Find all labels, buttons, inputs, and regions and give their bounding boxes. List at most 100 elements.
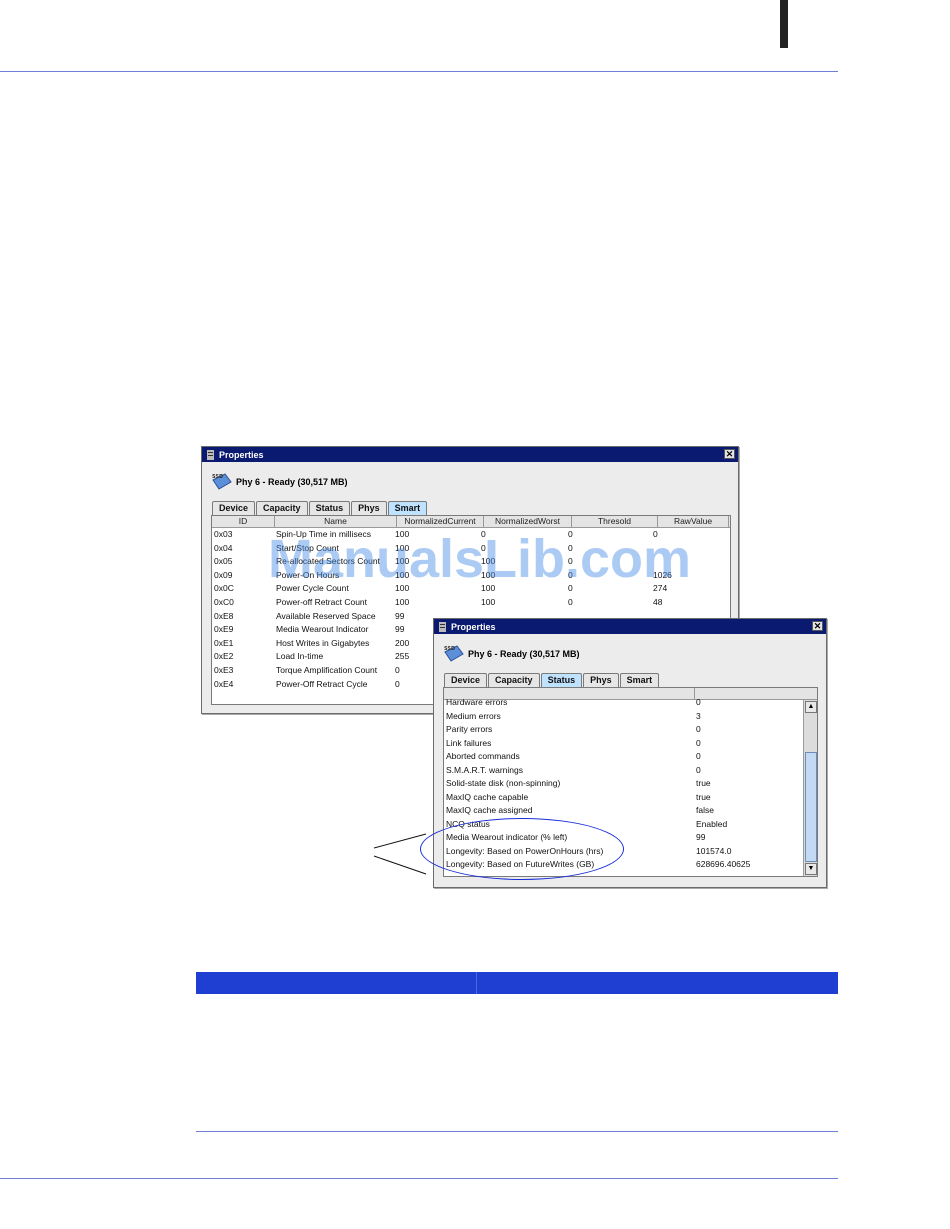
table-cell: Power-off Retract Count (276, 596, 368, 607)
app-icon (439, 621, 446, 632)
table-cell: 0 (568, 596, 573, 607)
title-bar[interactable]: Properties ✕ (434, 619, 826, 634)
table-cell: 0x09 (214, 569, 233, 580)
property-value: 101574.0 (696, 845, 732, 856)
table-cell: Power-Off Retract Cycle (276, 678, 368, 689)
highlight-ellipse (420, 818, 624, 880)
ssd-disk-icon: SSD (212, 473, 232, 490)
property-value: 0 (696, 737, 701, 748)
list-item[interactable]: Parity errors 0 (444, 723, 817, 737)
property-value: false (696, 805, 714, 815)
property-name: Aborted commands (446, 751, 520, 761)
table-cell: 0x05 (214, 556, 233, 567)
footer-rule (0, 1178, 838, 1179)
scroll-up-button[interactable]: ▲ (805, 701, 817, 713)
title-bar[interactable]: Properties ✕ (202, 447, 738, 462)
table-cell: 0xE9 (214, 624, 234, 635)
column-header-0[interactable]: ID (212, 516, 275, 527)
property-name: Medium errors (446, 710, 501, 721)
property-name: MaxIQ cache assigned (446, 805, 533, 815)
scroll-down-button[interactable]: ▼ (805, 863, 817, 875)
property-value: true (696, 778, 711, 788)
app-icon (207, 449, 214, 460)
property-name: MaxIQ cache capable (446, 791, 529, 802)
column-header-4[interactable]: Thresold (572, 516, 658, 527)
table-cell: Media Wearout Indicator (276, 624, 369, 635)
ssd-disk-icon: SSD (444, 645, 464, 662)
table-cell: Host Writes in Gigabytes (276, 637, 370, 648)
table-cell: 0x0C (214, 583, 234, 594)
tab-device[interactable]: Device (444, 673, 488, 687)
property-value: 0 (696, 751, 701, 761)
device-header: SSD Phy 6 - Ready (30,517 MB) (211, 472, 348, 492)
property-value: true (696, 791, 711, 802)
property-value: 99 (696, 832, 706, 842)
scroll-thumb[interactable] (805, 752, 817, 862)
table-row[interactable]: 0xC0 Power-off Retract Count 100 100 0 48 (212, 596, 730, 610)
property-name: Solid-state disk (non-spinning) (446, 778, 561, 788)
table-cell: 100 (395, 596, 410, 607)
tab-device[interactable]: Device (212, 501, 256, 515)
property-value: 0 (696, 764, 701, 775)
property-name: Link failures (446, 737, 492, 748)
property-value: 628696.40625 (696, 859, 751, 869)
list-item[interactable]: S.M.A.R.T. warnings 0 (444, 764, 817, 778)
table-cell: 0x04 (214, 542, 233, 553)
table-cell: 0xE8 (214, 610, 234, 621)
callout-lines (373, 833, 427, 875)
device-label: Phy 6 - Ready (30,517 MB) (468, 649, 580, 659)
table-cell: Available Reserved Space (276, 610, 376, 621)
table-cell: 0xE3 (214, 664, 234, 675)
tab-capacity[interactable]: Capacity (488, 673, 540, 687)
close-button[interactable]: ✕ (724, 449, 735, 459)
column-header-2[interactable]: NormalizedCurrent (397, 516, 484, 527)
tab-status[interactable]: Status (308, 501, 351, 515)
table-header: ID Name NormalizedCurrent NormalizedWorst Th… (212, 516, 730, 528)
column-header-1[interactable]: Name (275, 516, 397, 527)
table-cell: 48 (653, 596, 663, 607)
window-title: Properties (219, 449, 264, 460)
property-value: 0 (696, 724, 701, 734)
tab-status[interactable]: Status (540, 673, 583, 687)
tab-smart[interactable]: Smart (387, 501, 428, 515)
device-header: SSD Phy 6 - Ready (30,517 MB) (443, 644, 580, 664)
tab-phys[interactable]: Phys (351, 501, 387, 515)
svg-text:SSD: SSD (212, 474, 223, 480)
list-item[interactable]: MaxIQ cache assigned false (444, 804, 817, 818)
svg-text:SSD: SSD (444, 646, 455, 652)
list-item[interactable]: Medium errors 3 (444, 710, 817, 724)
device-label: Phy 6 - Ready (30,517 MB) (236, 477, 348, 487)
tab-bar: Device Capacity Status Phys Smart (444, 673, 660, 687)
column-header-5[interactable]: RawValue (658, 516, 729, 527)
list-item[interactable]: Solid-state disk (non-spinning) true (444, 777, 817, 791)
table-cell: 0x03 (214, 529, 233, 539)
list-item[interactable]: Aborted commands 0 (444, 750, 817, 764)
table-cell: 0xE1 (214, 637, 234, 648)
table-cell: 0xE2 (214, 651, 234, 662)
tab-smart[interactable]: Smart (619, 673, 660, 687)
table-bottom-rule (196, 1131, 838, 1132)
table-cell: Load In-time (276, 651, 324, 662)
table-cell: 100 (481, 596, 496, 607)
property-value: 3 (696, 710, 701, 721)
property-name: Parity errors (446, 724, 493, 734)
vertical-scrollbar[interactable]: ▲ ▼ (803, 700, 817, 876)
close-button[interactable]: ✕ (812, 621, 823, 631)
property-value: 0 (696, 697, 701, 707)
window-title: Properties (451, 621, 496, 632)
column-header-3[interactable]: NormalizedWorst (484, 516, 572, 527)
tab-capacity[interactable]: Capacity (256, 501, 308, 515)
list-item[interactable]: Link failures 0 (444, 737, 817, 751)
tab-phys[interactable]: Phys (583, 673, 619, 687)
property-name: S.M.A.R.T. warnings (446, 764, 523, 775)
table-cell: 0xC0 (214, 596, 234, 607)
tab-bar: Device Capacity Status Phys Smart (212, 501, 428, 515)
watermark: ManualsLib.com (268, 529, 692, 589)
property-name: Hardware errors (446, 697, 508, 707)
list-item[interactable]: MaxIQ cache capable true (444, 791, 817, 805)
table-header-bar (196, 972, 838, 994)
table-cell: Torque Amplification Count (276, 664, 378, 675)
property-value: Enabled (696, 818, 728, 829)
header-rule (0, 71, 838, 72)
list-item[interactable]: Hardware errors 0 (444, 696, 817, 710)
